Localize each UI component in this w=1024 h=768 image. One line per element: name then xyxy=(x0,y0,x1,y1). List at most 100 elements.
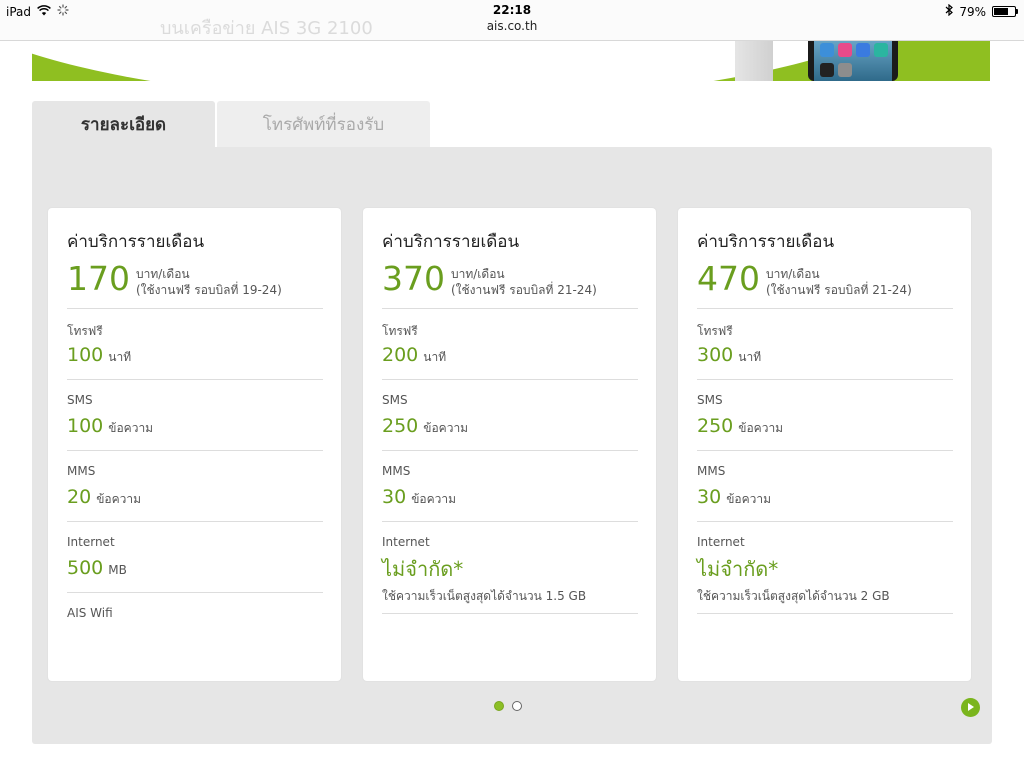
internet-note: ใช้ความเร็วเน็ตสูงสุดได้จำนวน 1.5 GB xyxy=(382,589,587,603)
sms-value-row: 250 ข้อความ xyxy=(697,415,783,438)
divider xyxy=(382,379,638,380)
sms-value: 250 xyxy=(382,415,419,437)
price-units: บาท/เดือน (ใช้งานฟรี รอบบิลที่ 19-24) xyxy=(136,266,282,298)
internet-note: ใช้ความเร็วเน็ตสูงสุดได้จำนวน 2 GB xyxy=(697,589,890,603)
mms-value-row: 20 ข้อความ xyxy=(67,486,141,509)
promo-banner xyxy=(32,40,990,81)
divider xyxy=(67,308,323,309)
mms-unit: ข้อความ xyxy=(726,492,772,506)
phone-image-gold xyxy=(735,40,773,81)
voice-value: 200 xyxy=(382,344,419,366)
sms-value-row: 250 ข้อความ xyxy=(382,415,468,438)
divider xyxy=(382,613,638,614)
price-row: 170 บาท/เดือน (ใช้งานฟรี รอบบิลที่ 19-24… xyxy=(67,261,282,298)
price-units: บาท/เดือน (ใช้งานฟรี รอบบิลที่ 21-24) xyxy=(766,266,912,298)
voice-unit: นาที xyxy=(423,350,447,364)
price-value: 170 xyxy=(67,259,130,298)
internet-label: Internet xyxy=(382,535,430,549)
phone-image xyxy=(808,40,898,81)
sms-unit: ข้อความ xyxy=(738,421,784,435)
price-row: 470 บาท/เดือน (ใช้งานฟรี รอบบิลที่ 21-24… xyxy=(697,261,912,298)
clock: 22:18 xyxy=(492,3,532,17)
app-icon xyxy=(874,43,888,57)
mms-value-row: 30 ข้อความ xyxy=(382,486,456,509)
voice-value: 100 xyxy=(67,344,104,366)
voice-value-row: 100 นาที xyxy=(67,344,131,367)
sms-label: SMS xyxy=(67,393,93,407)
tab-details[interactable]: รายละเอียด xyxy=(32,101,215,147)
price-unit: บาท/เดือน xyxy=(136,267,190,281)
internet-unit: MB xyxy=(108,563,127,577)
app-icon xyxy=(838,43,852,57)
sms-label: SMS xyxy=(697,393,723,407)
divider xyxy=(67,521,323,522)
package-panel: ค่าบริการรายเดือน 170 บาท/เดือน (ใช้งานฟ… xyxy=(32,147,992,744)
page-dot-1[interactable] xyxy=(494,701,504,711)
battery-icon xyxy=(992,6,1018,17)
status-right: 79% xyxy=(945,3,1018,19)
app-icon xyxy=(856,43,870,57)
sms-value: 100 xyxy=(67,415,104,437)
internet-value: 500 xyxy=(67,557,104,579)
divider xyxy=(67,592,323,593)
internet-value: ไม่จำกัด* xyxy=(697,557,779,581)
play-next-icon[interactable] xyxy=(961,698,980,717)
battery-level xyxy=(994,8,1009,15)
price-unit: บาท/เดือน xyxy=(766,267,820,281)
mms-value: 20 xyxy=(67,486,92,508)
voice-label: โทรฟรี xyxy=(67,324,103,338)
status-bar: บนเครือข่าย AIS 3G 2100 iPad 22:18 ais.c… xyxy=(0,0,1024,41)
divider xyxy=(697,613,953,614)
voice-value-row: 300 นาที xyxy=(697,344,761,367)
price-unit: บาท/เดือน xyxy=(451,267,505,281)
voice-value: 300 xyxy=(697,344,734,366)
voice-unit: นาที xyxy=(108,350,132,364)
package-card: ค่าบริการรายเดือน 470 บาท/เดือน (ใช้งานฟ… xyxy=(678,208,971,681)
sms-unit: ข้อความ xyxy=(423,421,469,435)
mms-label: MMS xyxy=(697,464,726,478)
card-title: ค่าบริการรายเดือน xyxy=(697,232,835,252)
banner-curve xyxy=(32,40,932,81)
voice-label: โทรฟรี xyxy=(697,324,733,338)
divider xyxy=(382,521,638,522)
mms-unit: ข้อความ xyxy=(411,492,457,506)
package-card: ค่าบริการรายเดือน 370 บาท/เดือน (ใช้งานฟ… xyxy=(363,208,656,681)
card-title: ค่าบริการรายเดือน xyxy=(67,232,205,252)
divider xyxy=(697,308,953,309)
mms-value-row: 30 ข้อความ xyxy=(697,486,771,509)
voice-value-row: 200 นาที xyxy=(382,344,446,367)
price-value: 370 xyxy=(382,259,445,298)
mms-value: 30 xyxy=(382,486,407,508)
card-title: ค่าบริการรายเดือน xyxy=(382,232,520,252)
price-units: บาท/เดือน (ใช้งานฟรี รอบบิลที่ 21-24) xyxy=(451,266,597,298)
internet-label: Internet xyxy=(697,535,745,549)
mms-unit: ข้อความ xyxy=(96,492,142,506)
price-note: (ใช้งานฟรี รอบบิลที่ 19-24) xyxy=(136,283,282,297)
sms-value: 250 xyxy=(697,415,734,437)
voice-unit: นาที xyxy=(738,350,762,364)
app-icon xyxy=(820,43,834,57)
mms-label: MMS xyxy=(382,464,411,478)
address-bar[interactable]: ais.co.th xyxy=(0,19,1024,33)
divider xyxy=(697,521,953,522)
pagination-dots xyxy=(494,701,522,711)
divider xyxy=(697,379,953,380)
bluetooth-icon xyxy=(945,3,954,19)
page-dot-2[interactable] xyxy=(512,701,522,711)
mms-label: MMS xyxy=(67,464,96,478)
wifi-label: AIS Wifi xyxy=(67,606,113,620)
internet-value-row: 500 MB xyxy=(67,557,127,579)
package-card: ค่าบริการรายเดือน 170 บาท/เดือน (ใช้งานฟ… xyxy=(48,208,341,681)
internet-value: ไม่จำกัด* xyxy=(382,557,464,581)
sms-value-row: 100 ข้อความ xyxy=(67,415,153,438)
price-note: (ใช้งานฟรี รอบบิลที่ 21-24) xyxy=(766,283,912,297)
sms-label: SMS xyxy=(382,393,408,407)
tab-supported-phones[interactable]: โทรศัพท์ที่รองรับ xyxy=(217,101,430,147)
voice-label: โทรฟรี xyxy=(382,324,418,338)
sms-unit: ข้อความ xyxy=(108,421,154,435)
price-value: 470 xyxy=(697,259,760,298)
divider xyxy=(382,450,638,451)
battery-percent: 79% xyxy=(959,4,986,19)
divider xyxy=(67,379,323,380)
divider xyxy=(67,450,323,451)
